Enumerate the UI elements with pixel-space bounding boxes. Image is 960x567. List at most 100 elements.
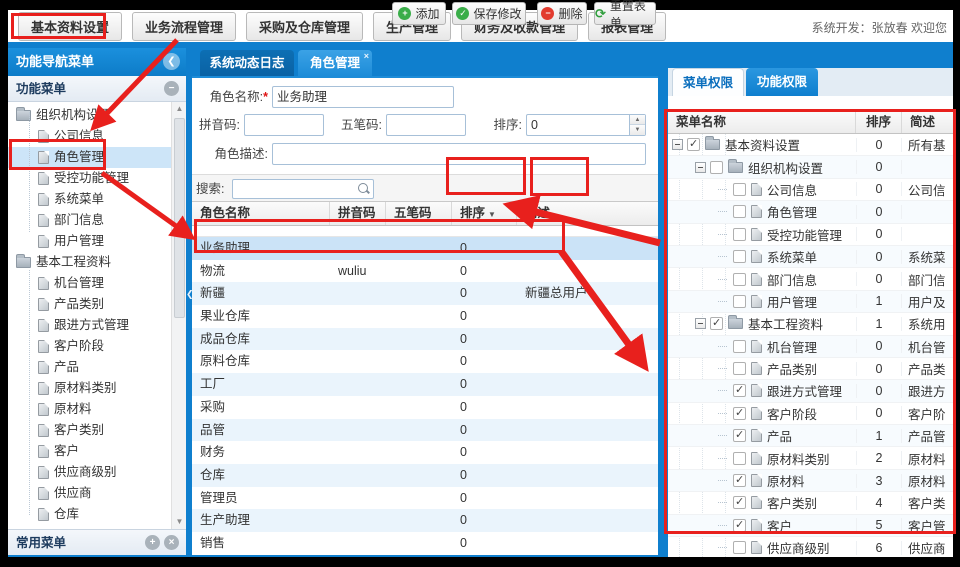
search-icon[interactable] xyxy=(357,182,370,195)
role-row-财务[interactable]: 财务0 xyxy=(192,441,658,464)
role-row-销售[interactable]: 销售0 xyxy=(192,532,658,555)
permission-row-受控功能管理[interactable]: 受控功能管理0 xyxy=(668,224,953,246)
permission-row-客户类别[interactable]: 客户类别4客户类 xyxy=(668,492,953,514)
col-header-wubi[interactable]: 五笔码 xyxy=(386,202,452,225)
permission-row-组织机构设置[interactable]: 组织机构设置0 xyxy=(668,156,953,178)
permission-row-原材料[interactable]: 原材料3原材料 xyxy=(668,470,953,492)
role-name-input[interactable]: 业务助理 xyxy=(272,86,454,108)
role-row-仓库[interactable]: 仓库0 xyxy=(192,464,658,487)
sidebar-item-供应商[interactable]: 供应商 xyxy=(8,483,186,504)
sidebar-item-公司信息[interactable]: 公司信息 xyxy=(8,126,186,147)
sidebar-item-客户[interactable]: 客户 xyxy=(8,441,186,462)
checkbox-checked[interactable] xyxy=(733,496,746,509)
sidebar-item-产品[interactable]: 产品 xyxy=(8,357,186,378)
permission-row-原材料类别[interactable]: 原材料类别2原材料 xyxy=(668,447,953,469)
permission-row-产品[interactable]: 产品1产品管 xyxy=(668,425,953,447)
checkbox-checked[interactable] xyxy=(733,407,746,420)
role-row-新疆[interactable]: 新疆0新疆总用户 xyxy=(192,282,658,305)
grid-filter-row[interactable] xyxy=(192,226,658,237)
spinner-down-icon[interactable]: ▼ xyxy=(630,125,645,135)
checkbox-checked[interactable] xyxy=(733,429,746,442)
col-header-menu-desc[interactable]: 简述 xyxy=(902,111,953,133)
tab-system-log[interactable]: 系统动态日志 xyxy=(200,50,294,76)
sidebar-item-原材料类别[interactable]: 原材料类别 xyxy=(8,378,186,399)
permission-row-供应商级别[interactable]: 供应商级别6供应商 xyxy=(668,537,953,557)
add-button[interactable]: + 添加 xyxy=(392,2,446,25)
clear-common-menu-icon[interactable]: × xyxy=(164,535,179,550)
add-common-menu-icon[interactable]: + xyxy=(145,535,160,550)
checkbox-unchecked[interactable] xyxy=(733,250,746,263)
permission-row-基本工程资料[interactable]: 基本工程资料1系统用 xyxy=(668,313,953,335)
permission-row-角色管理[interactable]: 角色管理0 xyxy=(668,201,953,223)
role-desc-input[interactable] xyxy=(272,143,646,165)
sidebar-scrollbar[interactable]: ▲ ▼ xyxy=(171,102,186,529)
permission-row-部门信息[interactable]: 部门信息0部门信 xyxy=(668,268,953,290)
collapse-node-icon[interactable] xyxy=(672,139,683,150)
permission-row-系统菜单[interactable]: 系统菜单0系统菜 xyxy=(668,246,953,268)
permission-row-用户管理[interactable]: 用户管理1用户及 xyxy=(668,291,953,313)
role-row-生产助理[interactable]: 生产助理0 xyxy=(192,509,658,532)
checkbox-unchecked[interactable] xyxy=(733,205,746,218)
sidebar-item-部门信息[interactable]: 部门信息 xyxy=(8,210,186,231)
sidebar-item-产品类别[interactable]: 产品类别 xyxy=(8,294,186,315)
collapse-section-icon[interactable]: − xyxy=(164,81,179,96)
sidebar-item-组织机构设置[interactable]: 组织机构设置 xyxy=(8,105,186,126)
checkbox-unchecked[interactable] xyxy=(733,340,746,353)
role-row-业务助理[interactable]: 业务助理0 xyxy=(192,237,658,260)
tab-menu-permissions[interactable]: 菜单权限 xyxy=(672,68,744,96)
sidebar-item-原材料[interactable]: 原材料 xyxy=(8,399,186,420)
menu-item-0[interactable]: 基本资料设置 xyxy=(18,12,122,41)
checkbox-checked[interactable] xyxy=(733,519,746,532)
role-row-工厂[interactable]: 工厂0 xyxy=(192,373,658,396)
delete-button[interactable]: − 删除 xyxy=(537,2,587,25)
checkbox-checked[interactable] xyxy=(710,317,723,330)
sidebar-item-受控功能管理[interactable]: 受控功能管理 xyxy=(8,168,186,189)
role-row-物流[interactable]: 物流wuliu0 xyxy=(192,260,658,283)
menu-item-2[interactable]: 采购及仓库管理 xyxy=(246,12,363,41)
sidebar-item-系统菜单[interactable]: 系统菜单 xyxy=(8,189,186,210)
save-button[interactable]: ✓ 保存修改 xyxy=(452,2,526,25)
tab-close-icon[interactable]: × xyxy=(364,51,369,61)
wubi-input[interactable] xyxy=(386,114,466,136)
tab-function-permissions[interactable]: 功能权限 xyxy=(746,68,818,96)
spinner-up-icon[interactable]: ▲ xyxy=(630,115,645,125)
col-header-desc[interactable]: 简述 xyxy=(517,202,658,225)
permission-row-客户[interactable]: 客户5客户管 xyxy=(668,515,953,537)
search-input[interactable] xyxy=(232,179,374,199)
checkbox-checked[interactable] xyxy=(733,474,746,487)
checkbox-checked[interactable] xyxy=(733,384,746,397)
checkbox-unchecked[interactable] xyxy=(733,273,746,286)
role-row-品管[interactable]: 品管0 xyxy=(192,419,658,442)
permission-row-跟进方式管理[interactable]: 跟进方式管理0跟进方 xyxy=(668,380,953,402)
permission-row-机台管理[interactable]: 机台管理0机台管 xyxy=(668,336,953,358)
collapse-node-icon[interactable] xyxy=(695,162,706,173)
permission-row-基本资料设置[interactable]: 基本资料设置0所有基 xyxy=(668,134,953,156)
checkbox-unchecked[interactable] xyxy=(710,161,723,174)
sidebar-item-供应商级别[interactable]: 供应商级别 xyxy=(8,462,186,483)
scrollbar-thumb[interactable] xyxy=(174,118,185,318)
sidebar-section-common-menu[interactable]: 常用菜单 + × xyxy=(8,529,186,555)
col-header-menu-sort[interactable]: 排序 xyxy=(856,111,902,133)
collapse-node-icon[interactable] xyxy=(695,318,706,329)
tab-role-management[interactable]: 角色管理 × xyxy=(298,50,372,76)
checkbox-unchecked[interactable] xyxy=(733,228,746,241)
sidebar-item-客户类别[interactable]: 客户类别 xyxy=(8,420,186,441)
role-row-管理员[interactable]: 管理员0 xyxy=(192,487,658,510)
checkbox-unchecked[interactable] xyxy=(733,362,746,375)
pinyin-input[interactable] xyxy=(244,114,324,136)
sidebar-item-仓库[interactable]: 仓库 xyxy=(8,504,186,525)
permission-row-产品类别[interactable]: 产品类别0产品类 xyxy=(668,358,953,380)
reset-button[interactable]: ⟳ 重置表单 xyxy=(594,2,656,25)
scroll-down-icon[interactable]: ▼ xyxy=(172,515,186,529)
sidebar-item-用户管理[interactable]: 用户管理 xyxy=(8,231,186,252)
checkbox-unchecked[interactable] xyxy=(733,452,746,465)
col-header-menu-name[interactable]: 菜单名称 xyxy=(668,111,856,133)
checkbox-checked[interactable] xyxy=(687,138,700,151)
sidebar-section-function-menu[interactable]: 功能菜单 − xyxy=(8,76,186,102)
sidebar-item-机台管理[interactable]: 机台管理 xyxy=(8,273,186,294)
role-row-成品仓库[interactable]: 成品仓库0 xyxy=(192,328,658,351)
permission-row-公司信息[interactable]: 公司信息0公司信 xyxy=(668,179,953,201)
sidebar-collapse-icon[interactable]: ❮ xyxy=(163,53,180,70)
sidebar-item-角色管理[interactable]: 角色管理 xyxy=(8,147,186,168)
role-row-果业仓库[interactable]: 果业仓库0 xyxy=(192,305,658,328)
